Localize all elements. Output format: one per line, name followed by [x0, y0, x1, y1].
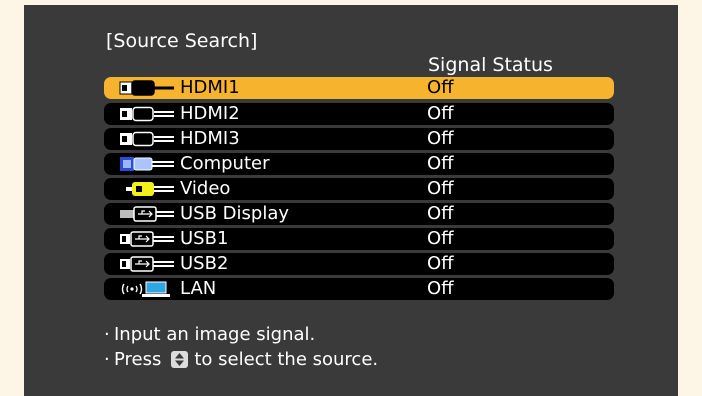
- source-label: Video: [180, 178, 231, 199]
- source-row-hdmi3[interactable]: HDMI3 Off: [104, 128, 614, 150]
- up-down-arrow-icon: [171, 351, 189, 368]
- instruction-line-1: · Input an image signal.: [104, 324, 315, 346]
- source-label: Computer: [180, 153, 270, 174]
- signal-status: Off: [427, 153, 454, 174]
- source-label: USB2: [180, 253, 229, 274]
- instruction-line-2: · Press to select the source.: [104, 349, 378, 371]
- rca-cable-icon: [126, 182, 174, 196]
- usb-cable-icon: [120, 231, 174, 247]
- source-row-usb1[interactable]: USB1 Off: [104, 228, 614, 250]
- signal-status: Off: [427, 203, 454, 224]
- bullet: ·: [104, 324, 110, 345]
- instruction-text: Input an image signal.: [114, 324, 316, 345]
- hdmi-cable-icon: [119, 80, 174, 96]
- signal-status: Off: [427, 77, 454, 98]
- vga-cable-icon: [120, 157, 174, 171]
- source-row-usb2[interactable]: USB2 Off: [104, 253, 614, 275]
- signal-status: Off: [427, 178, 454, 199]
- panel-title: [Source Search]: [106, 30, 258, 52]
- source-row-hdmi1[interactable]: HDMI1 Off: [104, 77, 614, 99]
- signal-status: Off: [427, 103, 454, 124]
- instruction-text: Press: [114, 349, 162, 370]
- signal-status: Off: [427, 253, 454, 274]
- source-label: USB Display: [180, 203, 290, 224]
- source-row-usb-display[interactable]: USB Display Off: [104, 203, 614, 225]
- source-row-hdmi2[interactable]: HDMI2 Off: [104, 103, 614, 125]
- signal-status: Off: [427, 278, 454, 299]
- bullet: ·: [104, 349, 110, 370]
- source-row-lan[interactable]: LAN Off: [104, 278, 614, 300]
- instruction-text: to select the source.: [194, 349, 379, 370]
- signal-status-header: Signal Status: [428, 54, 553, 76]
- hdmi-cable-icon: [120, 106, 174, 122]
- source-label: USB1: [180, 228, 229, 249]
- usb-cable-icon: [120, 206, 174, 222]
- source-search-panel: [Source Search] Signal Status HDMI1 Off …: [24, 5, 678, 396]
- signal-status: Off: [427, 128, 454, 149]
- signal-status: Off: [427, 228, 454, 249]
- source-label: HDMI3: [180, 128, 240, 149]
- wireless-lan-icon: [121, 281, 170, 297]
- usb-cable-icon: [120, 256, 174, 272]
- source-label: LAN: [180, 278, 217, 299]
- source-row-computer[interactable]: Computer Off: [104, 153, 614, 175]
- source-label: HDMI1: [180, 77, 240, 98]
- source-row-video[interactable]: Video Off: [104, 178, 614, 200]
- source-label: HDMI2: [180, 103, 240, 124]
- hdmi-cable-icon: [120, 131, 174, 147]
